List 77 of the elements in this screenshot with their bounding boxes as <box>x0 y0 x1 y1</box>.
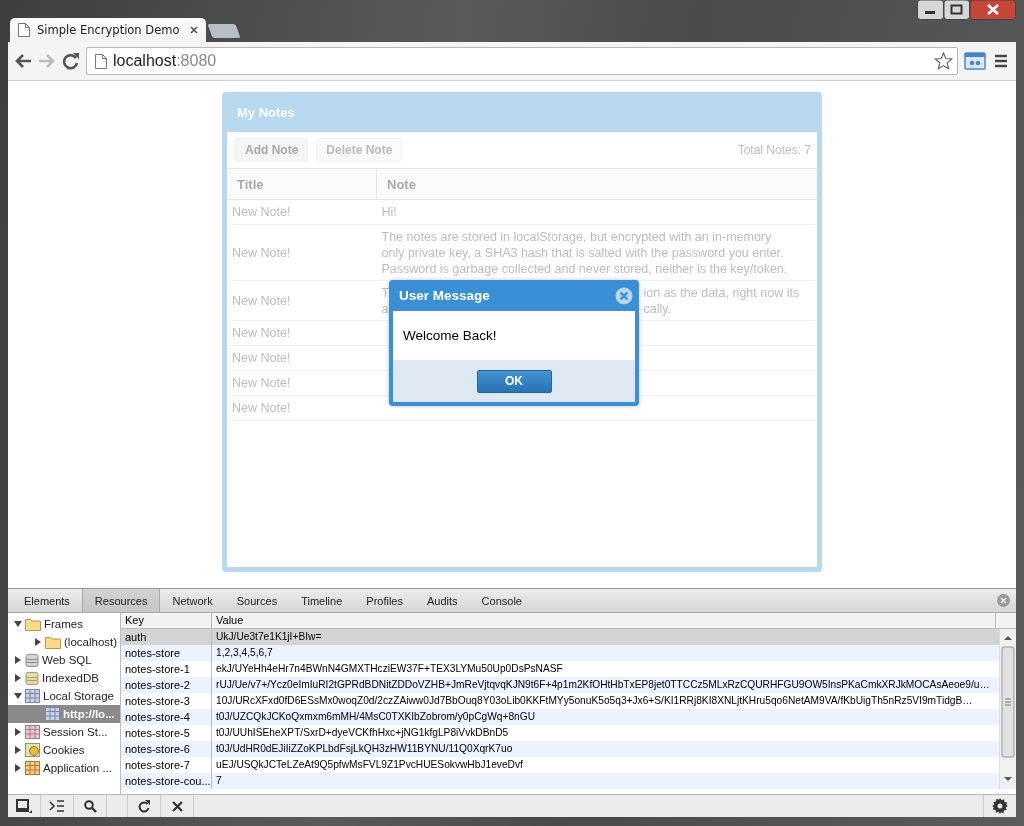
table-cell: New Note! <box>227 280 377 321</box>
table-cell: New Note! <box>227 320 377 346</box>
storage-row[interactable]: notes-store-6 t0J/UdHR0dEJiIiZZoKPLbdFsjLkQH3zHW11BYNU/11Q0XqrK7uo <box>121 741 999 757</box>
close-button[interactable] <box>970 0 1016 20</box>
devtools-tab[interactable]: Network <box>160 589 225 612</box>
address-bar[interactable]: localhost:8080 <box>86 47 958 75</box>
note-text: Password is garbage collected and never stored, neither is the key/token. <box>381 260 788 277</box>
database-icon <box>25 652 39 668</box>
page-icon <box>95 53 107 69</box>
tree-item[interactable]: IndexedDB <box>8 669 120 687</box>
devtools-tab[interactable]: Audits <box>415 589 470 612</box>
storage-row[interactable]: notes-store 1,2,3,4,5,6,7 <box>121 645 999 661</box>
expand-triangle-icon[interactable] <box>14 674 22 682</box>
browser-tab[interactable]: Simple Encryption Demo <box>10 18 206 42</box>
grid-icon <box>25 761 40 775</box>
devtools-tab[interactable]: Profiles <box>354 589 415 612</box>
expand-triangle-icon[interactable] <box>14 746 22 754</box>
table-cell: New Note! <box>227 370 377 396</box>
page-icon <box>18 23 30 37</box>
devtools-tab[interactable]: Resources <box>81 589 161 612</box>
close-icon[interactable] <box>190 26 198 34</box>
column-header[interactable]: Value <box>212 613 996 628</box>
back-icon[interactable] <box>14 53 32 69</box>
tree-item[interactable]: Session St... <box>8 723 120 741</box>
expand-triangle-icon[interactable] <box>14 764 22 772</box>
collapse-triangle-icon[interactable] <box>14 620 22 628</box>
extension-icon[interactable] <box>964 52 986 70</box>
reload-icon[interactable] <box>62 52 80 70</box>
folder-icon <box>25 617 41 631</box>
tree-item[interactable]: (localhost) <box>8 633 120 651</box>
minimize-button[interactable] <box>917 0 944 20</box>
cookie-icon <box>25 743 40 757</box>
storage-row[interactable]: notes-store-4 t0J/UZCQkJCKoQxmxm6mMH/4MsC0TXKIbZobrom/y0pCgWq+8nGU <box>121 709 999 725</box>
grid-icon <box>25 725 40 739</box>
note-text: Hi! <box>381 204 397 220</box>
expand-triangle-icon[interactable] <box>14 656 22 664</box>
column-header: Title <box>227 169 377 200</box>
star-icon[interactable] <box>934 52 953 70</box>
maximize-button[interactable] <box>944 0 970 20</box>
total-notes: Total Notes: 7 <box>737 143 811 157</box>
tree-item[interactable]: Application ... <box>8 759 120 777</box>
table-cell: New Note! <box>227 345 377 371</box>
folder-icon <box>45 635 61 649</box>
dialog-message: Welcome Back! <box>403 328 497 343</box>
collapse-triangle-icon[interactable] <box>14 692 22 700</box>
expand-triangle-icon[interactable] <box>14 728 22 736</box>
note-text: a <box>381 300 389 317</box>
devtools-tab[interactable]: Timeline <box>289 589 355 612</box>
note-text: T <box>381 284 390 301</box>
ok-button[interactable]: OK <box>476 369 552 393</box>
note-text: ion as the data, right now its <box>643 284 801 301</box>
note-text: cally. <box>643 300 673 317</box>
menu-icon[interactable] <box>992 53 1010 69</box>
tree-item[interactable]: Cookies <box>8 741 120 759</box>
note-text: The notes are stored in localStorage, but encrypted with an in-memory <box>381 228 772 245</box>
grid-icon <box>45 707 60 721</box>
storage-row[interactable]: notes-store-2 rUJ/Ue/v7+/Ycz0eImIuRI2tGPRdBDNitZDDoVZHB+JmReVjtqvqKJN9t6F+4p1m2KfOHtHbTxEP8jet0TTCCz5MLxRzCQURHFGU9OW5InsPKaCmkXRJkMOCAsAeoe9/u… <box>121 677 999 693</box>
storage-row[interactable]: auth UkJ/Ue3t7e1K1jI+BIw= <box>121 629 999 645</box>
devtools-tab[interactable]: Console <box>469 589 534 612</box>
panel-title: My Notes <box>237 104 295 120</box>
table-cell: New Note! <box>227 199 377 225</box>
table-cell: New Note! <box>227 395 377 421</box>
expand-triangle-icon[interactable] <box>34 638 42 646</box>
devtools-tab[interactable]: Elements <box>12 589 82 612</box>
column-header[interactable]: Key <box>121 613 212 628</box>
note-text: only private key, a SHA3 hash that is salted with the password you enter. <box>381 244 784 261</box>
storage-row[interactable]: notes-store-cou... 7 <box>121 773 999 789</box>
tree-item[interactable]: Web SQL <box>8 651 120 669</box>
column-header: Note <box>376 169 817 200</box>
database-icon <box>25 670 39 686</box>
table-cell: New Note! <box>227 224 377 281</box>
grid-icon <box>25 689 40 703</box>
dialog-title: User Message <box>399 288 490 303</box>
devtools-tab[interactable]: Sources <box>224 589 290 612</box>
scrollbar[interactable] <box>999 629 1016 789</box>
tree-item[interactable]: Frames <box>8 615 120 633</box>
tree-item[interactable]: Local Storage <box>8 687 120 705</box>
